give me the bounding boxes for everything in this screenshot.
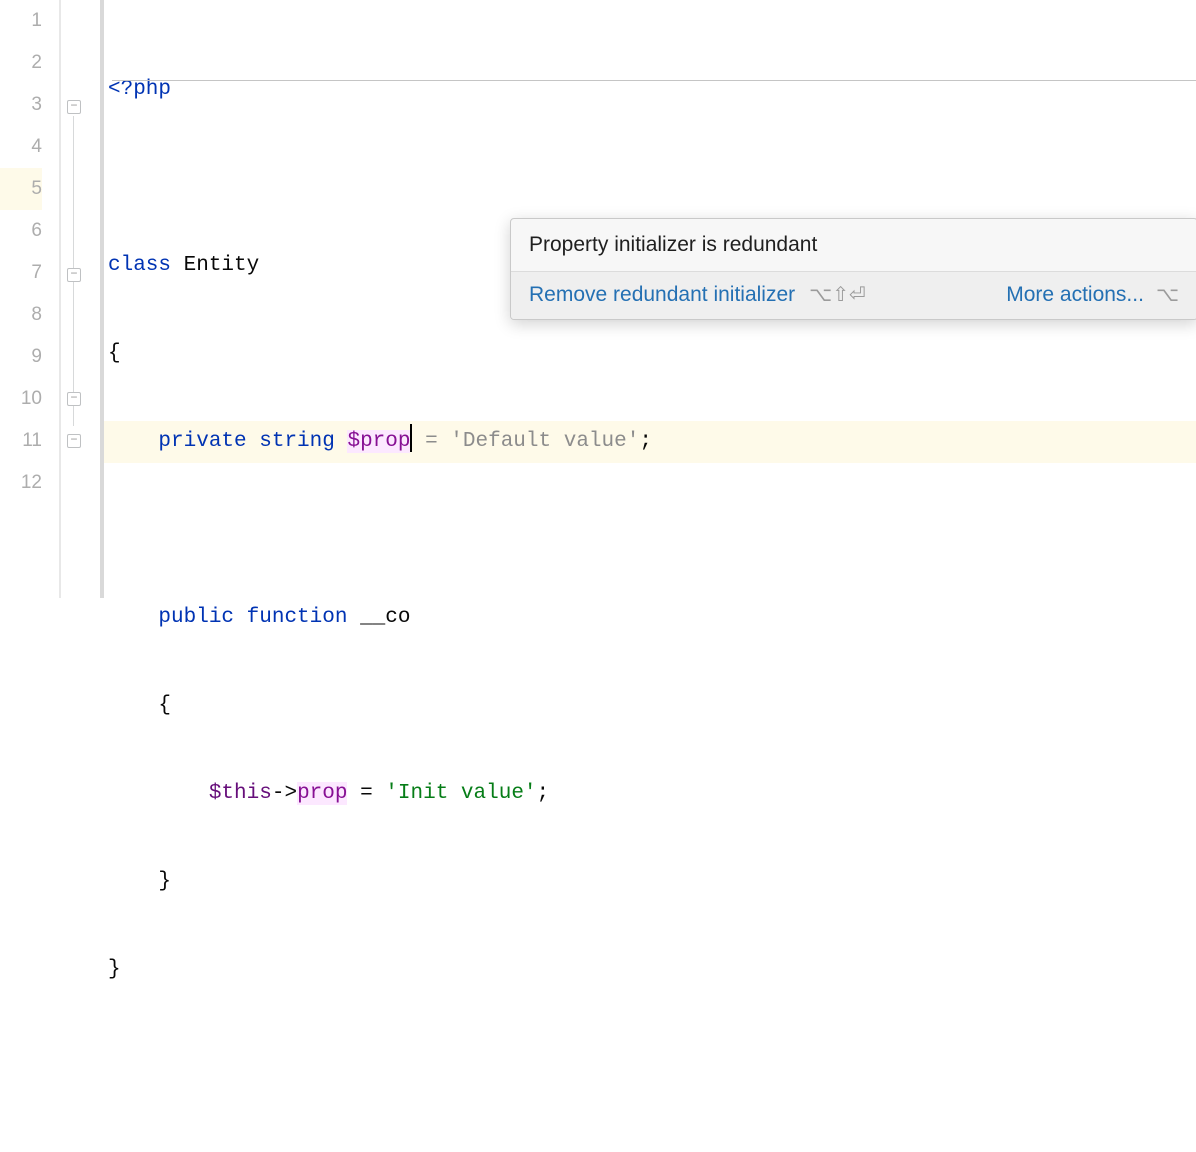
line-number: 4: [0, 126, 42, 168]
fold-toggle-icon[interactable]: [67, 392, 81, 406]
shortcut-hint: ⌥: [1156, 282, 1179, 307]
quick-fix-link[interactable]: Remove redundant initializer: [529, 283, 795, 307]
inspection-title: Property initializer is redundant: [511, 219, 1196, 272]
code-line: [104, 157, 1196, 199]
line-number: 1: [0, 0, 42, 42]
code-line: private string $prop = 'Default value';: [104, 421, 1196, 463]
code-line: }: [104, 949, 1196, 991]
code-line: }: [104, 861, 1196, 903]
line-number: 7: [0, 252, 42, 294]
method-separator: [112, 80, 1196, 81]
code-line: <?php: [104, 69, 1196, 111]
line-number: 12: [0, 462, 42, 504]
code-line: $this->prop = 'Init value';: [104, 773, 1196, 815]
code-line: {: [104, 685, 1196, 727]
line-number: 3: [0, 84, 42, 126]
code-line: public function __co: [104, 597, 1196, 639]
code-line: [104, 1037, 1196, 1079]
shortcut-hint: ⌥⇧⏎: [809, 282, 866, 307]
inspection-actions: Remove redundant initializer ⌥⇧⏎ More ac…: [511, 272, 1196, 319]
fold-toggle-icon[interactable]: [67, 434, 81, 448]
code-line: [104, 509, 1196, 551]
line-number: 2: [0, 42, 42, 84]
code-line: {: [104, 333, 1196, 375]
line-number: 11: [0, 420, 42, 462]
line-number: 10: [0, 378, 42, 420]
inspection-popup: Property initializer is redundant Remove…: [510, 218, 1196, 320]
line-number-gutter: 1 2 3 4 5 6 7 8 9 10 11 12: [0, 0, 60, 598]
line-number: 6: [0, 210, 42, 252]
line-number: 9: [0, 336, 42, 378]
fold-toggle-icon[interactable]: [67, 268, 81, 282]
fold-gutter: [60, 0, 100, 598]
more-actions-link[interactable]: More actions...: [1006, 283, 1144, 307]
line-number: 5: [0, 168, 42, 210]
fold-toggle-icon[interactable]: [67, 100, 81, 114]
line-number: 8: [0, 294, 42, 336]
